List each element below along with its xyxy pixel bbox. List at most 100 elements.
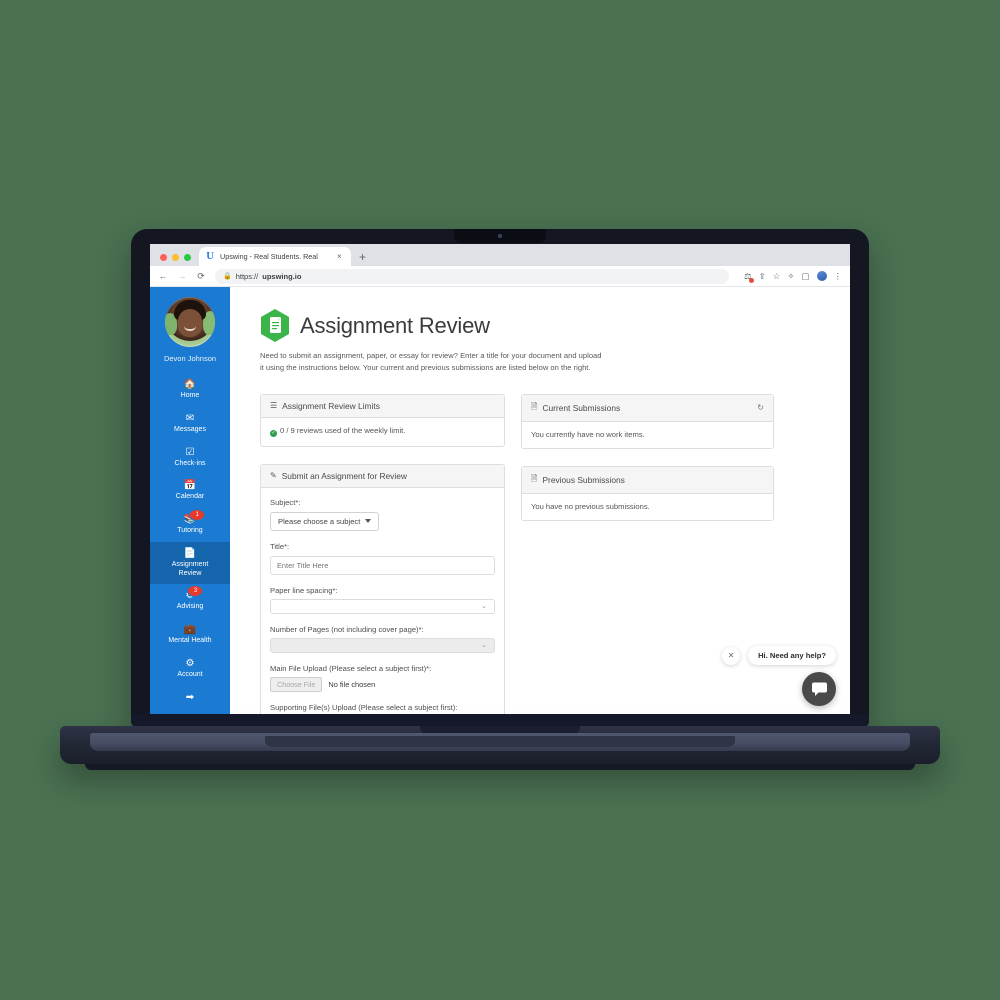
card-header: ✎ Submit an Assignment for Review	[261, 464, 504, 488]
forward-icon[interactable]: →	[177, 271, 187, 281]
pages-label: Number of Pages (not including cover pag…	[270, 624, 424, 634]
extensions-puzzle-alert-icon[interactable]: ⚖	[744, 271, 754, 283]
main-file-label: Main File Upload (Please select a subjec…	[270, 663, 432, 673]
card-body: ✓ 0 / 9 reviews used of the weekly limit.	[261, 418, 504, 446]
sidebar-item-logout[interactable]: ➡	[150, 686, 230, 711]
upswing-favicon: U	[206, 251, 214, 262]
file-icon: 🗎	[531, 401, 538, 411]
list-icon: ☰	[270, 401, 278, 411]
no-file-chosen-text: No file chosen	[328, 679, 376, 689]
window-controls[interactable]	[156, 254, 199, 266]
sidebar-item-label: Tutoring	[177, 527, 203, 534]
lock-icon: 🔒	[223, 273, 232, 280]
sidebar-item-tutoring[interactable]: 📚 1 Tutoring	[150, 508, 230, 542]
submit-form: Subject*: Please choose a subject Title*…	[261, 488, 504, 714]
sidebar-item-assignment-review[interactable]: 📄 Assignment Review	[150, 541, 230, 585]
close-icon[interactable]: ✕	[722, 646, 741, 665]
sidebar-item-calendar[interactable]: 📅 Calendar	[150, 474, 230, 508]
advising-icon: ⚙ 3	[186, 585, 204, 601]
sidebar-item-mental-health[interactable]: 💼 Mental Health	[150, 618, 230, 652]
briefcase-medical-icon: 💼	[183, 624, 197, 635]
chalkboard-icon: 📚 1	[184, 509, 206, 525]
tab-close-icon[interactable]: ×	[337, 252, 345, 261]
sidebar-item-label: Home	[180, 392, 200, 399]
maximize-window-dot[interactable]	[184, 254, 191, 261]
card-body: You have no previous submissions.	[531, 501, 650, 511]
browser-tabstrip: U Upswing - Real Students. Real × +	[150, 244, 850, 266]
card-header: 🗎 Previous Submissions	[522, 466, 773, 494]
address-bar[interactable]: 🔒 https://upswing.io	[215, 268, 729, 284]
browser-tab[interactable]: U Upswing - Real Students. Real ×	[199, 247, 351, 266]
sidebar-item-check-ins[interactable]: ☑ Check-ins	[150, 441, 230, 475]
gear-icon: ⚙	[185, 657, 195, 669]
card-title: Submit an Assignment for Review	[281, 470, 407, 481]
new-tab-button[interactable]: +	[351, 251, 374, 266]
supporting-files-field-group: Supporting File(s) Upload (Please select…	[270, 703, 495, 712]
calendar-icon: 📅	[183, 480, 197, 492]
title-input[interactable]	[270, 555, 495, 575]
minimize-window-dot[interactable]	[172, 254, 179, 261]
sidebar-item-label: Check-ins	[174, 459, 206, 467]
subject-dropdown-value: Please choose a subject	[278, 516, 361, 526]
chat-bubble-icon	[811, 682, 827, 696]
webcam-notch	[454, 229, 546, 243]
sidebar-item-label: Mental Health	[168, 637, 212, 644]
subject-label: Subject*:	[270, 497, 301, 507]
close-window-dot[interactable]	[160, 254, 167, 261]
submit-assignment-card: ✎ Submit an Assignment for Review Subjec…	[260, 463, 505, 714]
sidebar-item-messages[interactable]: ✉ Messages	[150, 407, 230, 441]
url-host: upswing.io	[262, 271, 302, 281]
chevron-down-icon	[365, 519, 372, 524]
card-title: Assignment Review Limits	[282, 400, 380, 411]
laptop-hinge-groove	[265, 736, 735, 747]
sidebar-item-account[interactable]: ⚙ Account	[150, 652, 230, 686]
file-icon: 🗎	[531, 473, 538, 483]
choose-file-button[interactable]: Choose File	[270, 676, 323, 692]
page-viewport: Devon Johnson 🏠 Home ✉ Messages ☑ Check-…	[150, 287, 850, 714]
sidebar-item-advising[interactable]: ⚙ 3 Advising	[150, 584, 230, 618]
tutoring-badge: 1	[189, 509, 206, 521]
pages-field-group: Number of Pages (not including cover pag…	[270, 625, 495, 653]
pencil-icon: ✎	[270, 471, 277, 481]
page-title: Assignment Review	[300, 312, 490, 338]
advising-badge: 3	[187, 585, 204, 598]
toolbar-actions: ⚖ ⇪ ☆ ✧ ▢ ⋮	[744, 271, 843, 283]
refresh-icon[interactable]: ↻	[757, 403, 764, 412]
spacing-select[interactable]: ⌄	[270, 598, 495, 614]
laptop-mockup: U Upswing - Real Students. Real × + ← → …	[0, 0, 1000, 1000]
card-header: 🗎 Current Submissions ↻	[522, 394, 773, 422]
webcam-lens	[498, 234, 502, 238]
previous-submissions-card: 🗎 Previous Submissions You have no previ…	[521, 465, 774, 521]
sidebar-item-label: Advising	[176, 603, 204, 611]
avatar	[165, 297, 215, 347]
url-scheme: https://	[235, 271, 259, 281]
reload-icon[interactable]: ⟳	[196, 271, 206, 282]
sidebar-item-home[interactable]: 🏠 Home	[150, 373, 230, 407]
document-icon: 📄	[183, 547, 197, 559]
page-description: Need to submit an assignment, paper, or …	[260, 351, 602, 372]
profile-avatar-icon[interactable]	[816, 271, 827, 281]
card-body: You currently have no work items.	[531, 429, 645, 439]
main-content: Assignment Review Need to submit an assi…	[230, 287, 850, 714]
sidebar-item-label: Calendar	[175, 493, 205, 501]
chat-launcher-button[interactable]	[802, 672, 836, 706]
kebab-menu-icon[interactable]: ⋮	[834, 271, 843, 282]
share-icon[interactable]: ⇪	[759, 271, 766, 282]
sidebar-item-label: Messages	[174, 425, 206, 433]
sidepanel-icon[interactable]: ▢	[801, 271, 809, 282]
title-label: Title*:	[270, 541, 290, 551]
subject-dropdown[interactable]: Please choose a subject	[270, 511, 380, 531]
main-file-row: Choose File No file chosen	[270, 676, 495, 692]
spacing-label: Paper line spacing*:	[270, 585, 338, 595]
pages-select[interactable]: ⌄	[270, 637, 495, 653]
puzzle-icon[interactable]: ✧	[787, 271, 794, 282]
current-submissions-card: 🗎 Current Submissions ↻ You currently ha…	[521, 393, 774, 449]
browser-window: U Upswing - Real Students. Real × + ← → …	[150, 244, 850, 714]
green-hex-document-icon	[260, 309, 290, 342]
sidebar-username: Devon Johnson	[163, 354, 217, 363]
bookmark-star-icon[interactable]: ☆	[773, 271, 781, 282]
chat-prompt[interactable]: Hi. Need any help?	[748, 646, 836, 665]
main-file-field-group: Main File Upload (Please select a subjec…	[270, 664, 495, 692]
back-icon[interactable]: ←	[158, 271, 168, 281]
limits-status-text: 0 / 9 reviews used of the weekly limit.	[280, 425, 406, 435]
